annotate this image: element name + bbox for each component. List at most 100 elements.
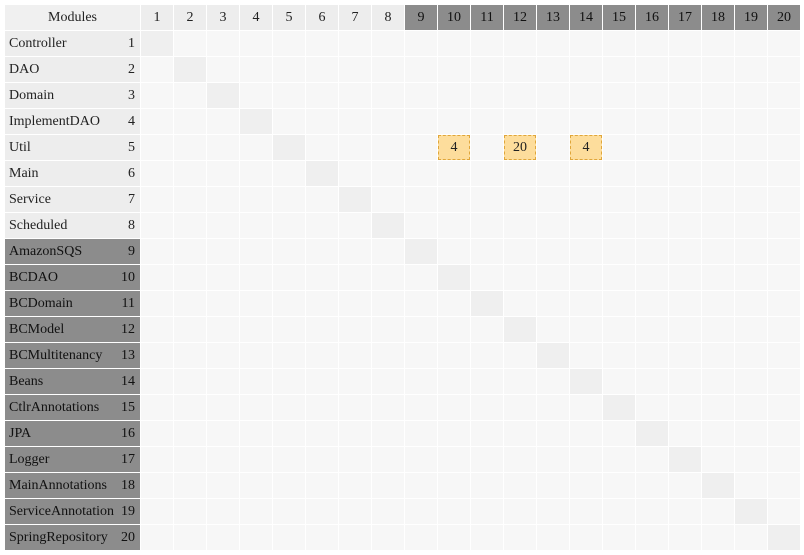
matrix-cell[interactable] (702, 291, 734, 316)
matrix-cell[interactable] (141, 187, 173, 212)
matrix-cell[interactable] (306, 291, 338, 316)
matrix-cell[interactable] (339, 369, 371, 394)
matrix-cell[interactable] (240, 239, 272, 264)
matrix-cell[interactable] (306, 525, 338, 550)
matrix-cell[interactable] (471, 239, 503, 264)
matrix-cell[interactable] (735, 187, 767, 212)
matrix-cell[interactable] (306, 213, 338, 238)
matrix-cell[interactable] (240, 525, 272, 550)
matrix-cell[interactable] (339, 421, 371, 446)
matrix-cell[interactable] (768, 239, 800, 264)
matrix-cell[interactable] (603, 31, 635, 56)
matrix-cell[interactable] (438, 447, 470, 472)
matrix-cell[interactable] (768, 499, 800, 524)
matrix-cell[interactable] (537, 473, 569, 498)
matrix-cell[interactable] (207, 187, 239, 212)
matrix-cell[interactable] (603, 291, 635, 316)
matrix-cell[interactable] (174, 135, 206, 160)
matrix-cell[interactable] (669, 369, 701, 394)
column-header-14[interactable]: 14 (570, 5, 602, 30)
matrix-cell[interactable] (636, 291, 668, 316)
matrix-cell[interactable] (240, 473, 272, 498)
matrix-cell[interactable] (636, 213, 668, 238)
diagonal-cell[interactable] (570, 369, 602, 394)
dependency-cell[interactable]: 20 (504, 135, 536, 160)
matrix-cell[interactable] (306, 135, 338, 160)
matrix-cell[interactable] (636, 161, 668, 186)
diagonal-cell[interactable] (240, 109, 272, 134)
matrix-cell[interactable] (207, 421, 239, 446)
matrix-cell[interactable] (372, 187, 404, 212)
matrix-cell[interactable] (207, 317, 239, 342)
row-header-20[interactable]: SpringRepository 20 (5, 525, 140, 550)
matrix-cell[interactable] (273, 161, 305, 186)
matrix-cell[interactable] (636, 239, 668, 264)
matrix-cell[interactable] (306, 187, 338, 212)
matrix-cell[interactable] (471, 31, 503, 56)
matrix-cell[interactable] (636, 109, 668, 134)
matrix-cell[interactable] (405, 109, 437, 134)
matrix-cell[interactable] (372, 369, 404, 394)
matrix-cell[interactable] (306, 83, 338, 108)
matrix-cell[interactable] (603, 187, 635, 212)
matrix-cell[interactable] (438, 109, 470, 134)
matrix-cell[interactable] (603, 369, 635, 394)
matrix-cell[interactable] (537, 499, 569, 524)
matrix-cell[interactable] (405, 421, 437, 446)
matrix-cell[interactable] (372, 57, 404, 82)
matrix-cell[interactable] (537, 161, 569, 186)
matrix-cell[interactable] (504, 109, 536, 134)
matrix-cell[interactable] (471, 499, 503, 524)
matrix-cell[interactable] (207, 395, 239, 420)
matrix-cell[interactable] (537, 31, 569, 56)
matrix-cell[interactable] (438, 421, 470, 446)
matrix-cell[interactable] (174, 161, 206, 186)
matrix-cell[interactable] (735, 109, 767, 134)
matrix-cell[interactable] (603, 161, 635, 186)
matrix-cell[interactable] (735, 135, 767, 160)
matrix-cell[interactable] (339, 109, 371, 134)
matrix-cell[interactable] (537, 239, 569, 264)
matrix-cell[interactable] (174, 525, 206, 550)
matrix-cell[interactable] (768, 213, 800, 238)
matrix-cell[interactable] (339, 161, 371, 186)
matrix-cell[interactable] (141, 499, 173, 524)
matrix-cell[interactable] (570, 499, 602, 524)
column-header-4[interactable]: 4 (240, 5, 272, 30)
matrix-cell[interactable] (240, 83, 272, 108)
matrix-cell[interactable] (405, 499, 437, 524)
matrix-cell[interactable] (240, 135, 272, 160)
column-header-5[interactable]: 5 (273, 5, 305, 30)
matrix-cell[interactable] (372, 291, 404, 316)
matrix-cell[interactable] (339, 57, 371, 82)
matrix-cell[interactable] (768, 187, 800, 212)
matrix-cell[interactable] (372, 525, 404, 550)
matrix-cell[interactable] (339, 499, 371, 524)
matrix-cell[interactable] (702, 421, 734, 446)
matrix-cell[interactable] (438, 239, 470, 264)
diagonal-cell[interactable] (405, 239, 437, 264)
matrix-cell[interactable] (735, 57, 767, 82)
matrix-cell[interactable] (405, 187, 437, 212)
matrix-cell[interactable] (141, 473, 173, 498)
matrix-cell[interactable] (339, 317, 371, 342)
matrix-cell[interactable] (240, 447, 272, 472)
matrix-cell[interactable] (471, 135, 503, 160)
matrix-cell[interactable] (768, 135, 800, 160)
matrix-cell[interactable] (768, 343, 800, 368)
row-header-16[interactable]: JPA 16 (5, 421, 140, 446)
matrix-cell[interactable] (405, 83, 437, 108)
matrix-cell[interactable] (141, 421, 173, 446)
matrix-cell[interactable] (768, 265, 800, 290)
matrix-cell[interactable] (702, 57, 734, 82)
matrix-cell[interactable] (339, 83, 371, 108)
matrix-cell[interactable] (273, 265, 305, 290)
column-header-17[interactable]: 17 (669, 5, 701, 30)
matrix-cell[interactable] (405, 265, 437, 290)
matrix-cell[interactable] (669, 213, 701, 238)
matrix-cell[interactable] (702, 213, 734, 238)
matrix-cell[interactable] (603, 83, 635, 108)
matrix-cell[interactable] (339, 291, 371, 316)
matrix-cell[interactable] (504, 239, 536, 264)
diagonal-cell[interactable] (273, 135, 305, 160)
